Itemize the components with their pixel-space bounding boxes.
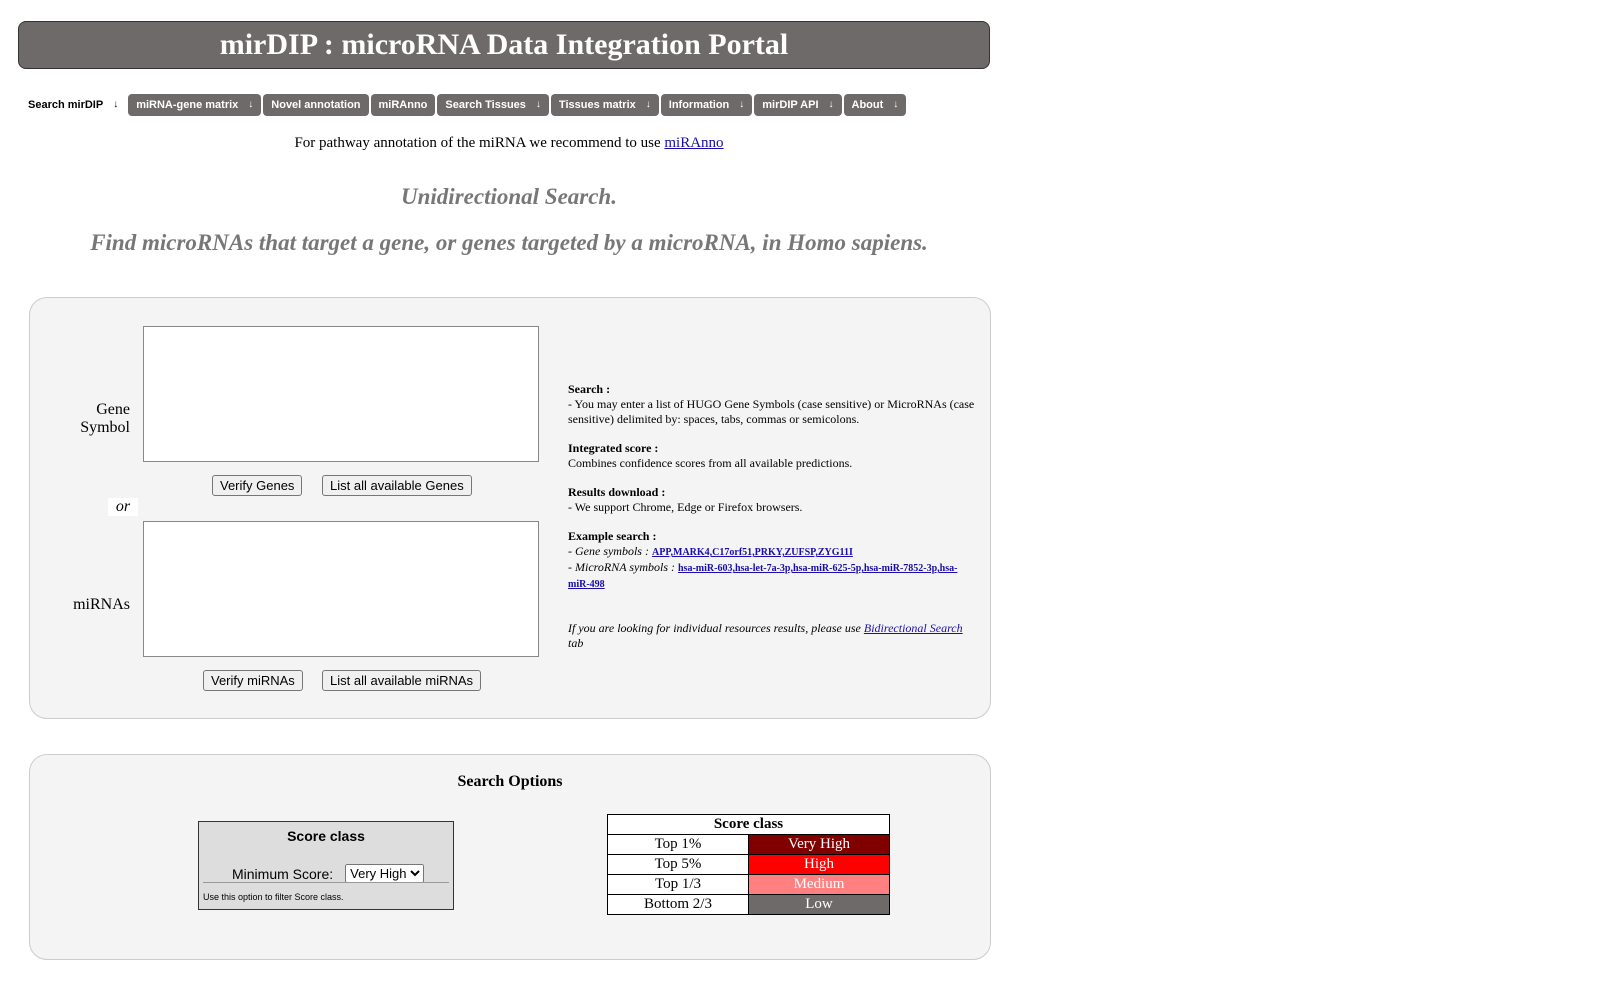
legend-class: High <box>748 854 890 875</box>
down-arrow-icon: ↓ <box>535 99 541 110</box>
gene-symbol-label: Gene Symbol <box>80 401 130 436</box>
score-class-legend: Score class Top 1% Very High Top 5% High… <box>607 814 890 915</box>
nav-search-tissues[interactable]: Search Tissues ↓ <box>437 94 549 116</box>
legend-row: Top 1/3 Medium <box>607 874 890 895</box>
nav-miranno[interactable]: miRAnno <box>370 94 436 116</box>
example-mirna-prefix: - MicroRNA symbols : <box>568 560 678 574</box>
legend-class: Medium <box>748 874 890 895</box>
help-panel: Search : - You may enter a list of HUGO … <box>568 382 978 651</box>
help-integrated-text: Combines confidence scores from all avai… <box>568 456 853 470</box>
down-arrow-icon: ↓ <box>113 99 119 110</box>
min-score-select[interactable]: Very HighHighMediumLow <box>345 864 425 883</box>
legend-label: Top 1/3 <box>607 874 749 895</box>
help-download-title: Results download : <box>568 485 666 499</box>
page-title: mirDIP : microRNA Data Integration Porta… <box>219 28 789 61</box>
nav-label: About <box>851 99 884 111</box>
nav-search-mirdip[interactable]: Search mirDIP ↓ <box>20 94 127 116</box>
nav-label: Information <box>668 99 730 111</box>
help-search-text: - You may enter a list of HUGO Gene Symb… <box>568 397 975 426</box>
nav-about[interactable]: About ↓ <box>843 94 907 116</box>
score-class-filter: Score class Minimum Score: Very HighHigh… <box>198 821 454 910</box>
help-integrated-title: Integrated score : <box>568 441 659 455</box>
help-download-text: - We support Chrome, Edge or Firefox bro… <box>568 500 803 514</box>
nav-information[interactable]: Information ↓ <box>660 94 753 116</box>
legend-class: Low <box>748 894 890 915</box>
down-arrow-icon: ↓ <box>248 99 254 110</box>
nav-novel-annotation[interactable]: Novel annotation <box>263 94 369 116</box>
nav-label: Search mirDIP <box>28 99 104 111</box>
search-subtitle: Find microRNAs that target a gene, or ge… <box>90 230 928 255</box>
example-gene-link[interactable]: APP,MARK4,C17orf51,PRKY,ZUFSP,ZYG11I <box>652 547 853 558</box>
nav-tissues-matrix[interactable]: Tissues matrix ↓ <box>550 94 659 116</box>
legend-label: Bottom 2/3 <box>607 894 749 915</box>
divider <box>203 882 449 883</box>
nav-label: Tissues matrix <box>558 99 636 111</box>
legend-row: Bottom 2/3 Low <box>607 894 890 915</box>
legend-class: Very High <box>748 834 890 855</box>
list-mirnas-button[interactable]: List all available miRNAs <box>322 670 482 691</box>
example-gene-prefix: - Gene symbols : <box>568 544 652 558</box>
mirna-input[interactable] <box>143 521 539 657</box>
bidir-suffix: tab <box>568 636 584 650</box>
down-arrow-icon: ↓ <box>828 99 834 110</box>
miranno-link[interactable]: miRAnno <box>664 135 723 151</box>
verify-genes-button[interactable]: Verify Genes <box>212 475 303 496</box>
bidirectional-search-link[interactable]: Bidirectional Search <box>864 621 963 635</box>
legend-row: Top 5% High <box>607 854 890 875</box>
mirnas-label: miRNAs <box>73 596 130 613</box>
recommend-label: For pathway annotation of the miRNA we r… <box>294 135 661 151</box>
search-options-panel: Search Options Score class Minimum Score… <box>29 754 991 960</box>
page-header: mirDIP : microRNA Data Integration Porta… <box>18 21 990 69</box>
bidirectional-hint: If you are looking for individual resour… <box>568 621 978 651</box>
down-arrow-icon: ↓ <box>645 99 651 110</box>
or-label: or <box>108 498 138 516</box>
down-arrow-icon: ↓ <box>893 99 899 110</box>
legend-label: Top 5% <box>607 854 749 875</box>
down-arrow-icon: ↓ <box>739 99 745 110</box>
list-genes-button[interactable]: List all available Genes <box>322 475 472 496</box>
nav-mirna-gene-matrix[interactable]: miRNA-gene matrix ↓ <box>128 94 262 116</box>
main-nav: Search mirDIP ↓ miRNA-gene matrix ↓ Nove… <box>20 93 907 117</box>
search-panel: Gene Symbol Verify Genes List all availa… <box>29 297 991 719</box>
legend-title: Score class <box>607 814 890 835</box>
search-title: Unidirectional Search. <box>401 184 617 209</box>
score-class-filter-title: Score class <box>287 828 365 844</box>
bidir-prefix: If you are looking for individual resour… <box>568 621 864 635</box>
min-score-label: Minimum Score: <box>232 865 334 882</box>
help-search-title: Search : <box>568 382 611 396</box>
nav-label: mirDIP API <box>762 99 819 111</box>
legend-row: Top 1% Very High <box>607 834 890 855</box>
nav-mirdip-api[interactable]: mirDIP API ↓ <box>754 94 842 116</box>
search-options-title: Search Options <box>457 773 563 790</box>
nav-label: Novel annotation <box>271 99 361 111</box>
help-example-title: Example search : <box>568 529 657 543</box>
nav-label: miRNA-gene matrix <box>136 99 239 111</box>
legend-label: Top 1% <box>607 834 749 855</box>
gene-symbol-input[interactable] <box>143 326 539 462</box>
nav-label: Search Tissues <box>445 99 526 111</box>
verify-mirnas-button[interactable]: Verify miRNAs <box>203 670 303 691</box>
recommend-text: For pathway annotation of the miRNA we r… <box>0 135 1018 152</box>
nav-label: miRAnno <box>378 99 428 111</box>
score-class-note: Use this option to filter Score class. <box>203 892 344 902</box>
